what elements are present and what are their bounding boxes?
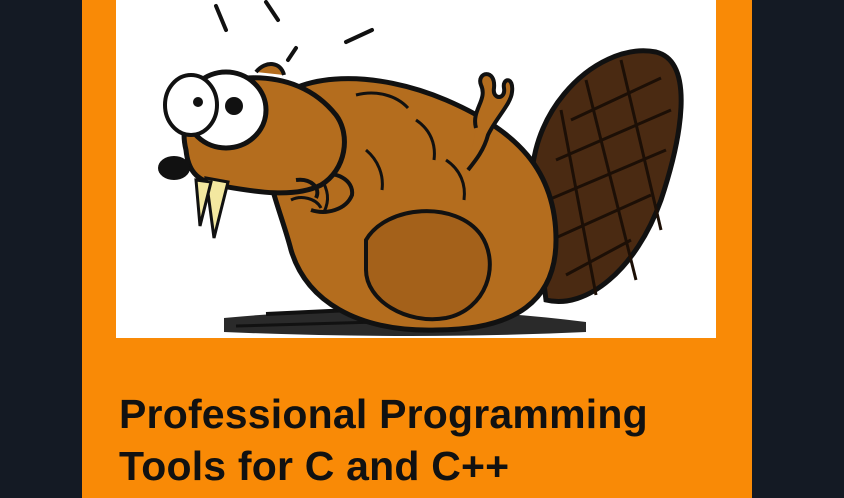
cover-illustration xyxy=(116,0,716,338)
title-line-2: Tools for C and C++ xyxy=(119,443,510,489)
book-cover: Professional Programming Tools for C and… xyxy=(82,0,752,498)
title-line-1: Professional Programming xyxy=(119,391,648,437)
beaver-icon xyxy=(158,0,684,336)
shock-lines xyxy=(214,0,374,62)
book-title: Professional Programming Tools for C and… xyxy=(119,388,648,492)
